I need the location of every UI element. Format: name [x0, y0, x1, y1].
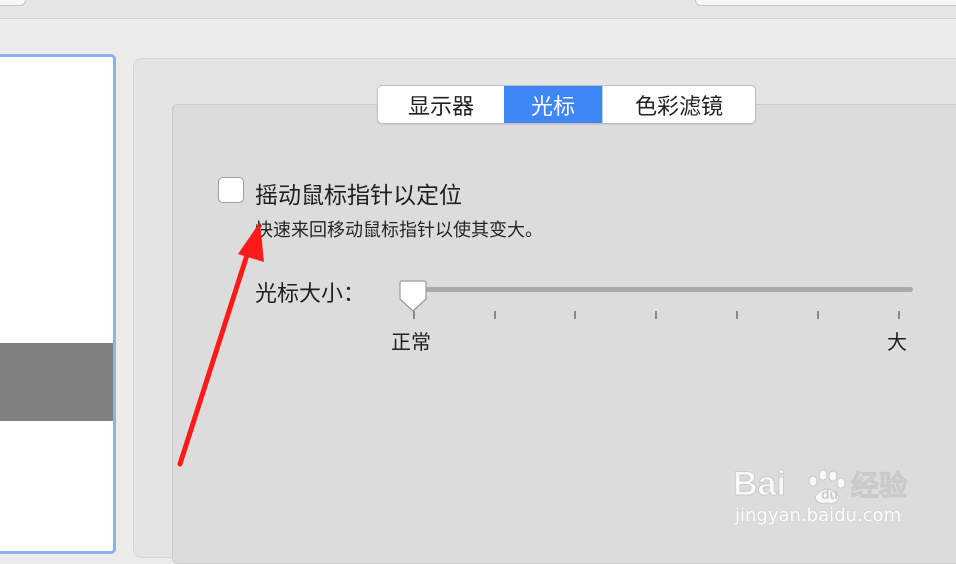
sidebar-list[interactable] [0, 54, 116, 554]
segmented-control: 显示器 光标 色彩滤镜 [377, 85, 756, 124]
cursor-size-label: 光标大小： [255, 282, 366, 307]
shake-to-locate-label: 摇动鼠标指针以定位 [255, 183, 462, 209]
slider-max-label: 大 [887, 330, 907, 354]
shake-to-locate-description: 快速来回移动鼠标指针以使其变大。 [255, 220, 543, 241]
slider-min-label: 正常 [391, 330, 431, 354]
toolbar-search-field[interactable] [695, 0, 956, 6]
svg-text:du: du [821, 486, 838, 502]
slider-tick [655, 311, 657, 319]
cursor-size-slider-thumb[interactable] [398, 279, 428, 313]
shake-to-locate-checkbox[interactable] [218, 177, 244, 203]
cursor-size-slider-track[interactable] [400, 287, 913, 292]
tab-cursor[interactable]: 光标 [504, 86, 602, 123]
tab-color-filters[interactable]: 色彩滤镜 [602, 86, 755, 123]
toolbar-button-left[interactable] [0, 0, 26, 6]
watermark-url: jingyan.baidu.com [735, 505, 902, 526]
svg-text:经验: 经验 [851, 469, 907, 502]
slider-tick [574, 311, 576, 319]
slider-tick [898, 311, 900, 319]
slider-tick [817, 311, 819, 319]
tab-display[interactable]: 显示器 [378, 86, 504, 123]
slider-tick [494, 311, 496, 319]
svg-text:Bai: Bai [733, 465, 786, 503]
sidebar-selected-item[interactable] [0, 343, 113, 421]
slider-tick [736, 311, 738, 319]
